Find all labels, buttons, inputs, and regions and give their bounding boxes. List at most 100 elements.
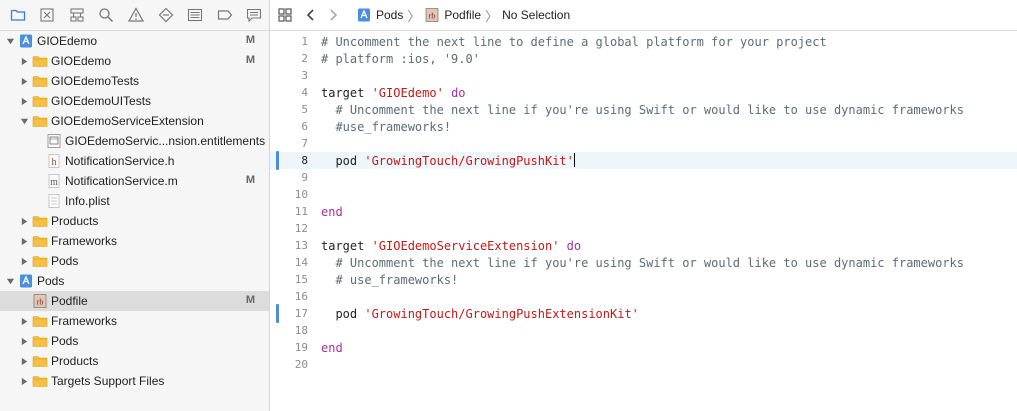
- project-navigator-tab[interactable]: [3, 0, 33, 31]
- tree-row[interactable]: Frameworks: [0, 311, 269, 331]
- code-token: pod: [321, 154, 365, 168]
- tree-row-label: Podfile: [51, 294, 88, 308]
- svg-text:rb: rb: [429, 12, 436, 21]
- tree-row-label: GIOEdemoTests: [51, 74, 140, 88]
- tree-row[interactable]: rb Podfile M: [0, 291, 269, 311]
- line-text: target 'GIOEdemoServiceExtension' do: [321, 239, 581, 253]
- code-line[interactable]: 1 # Uncomment the next line to define a g…: [270, 33, 1017, 50]
- tree-row[interactable]: Info.plist: [0, 191, 269, 211]
- disclosure-closed-icon[interactable]: [19, 316, 29, 326]
- warning-icon: [128, 7, 145, 23]
- code-line[interactable]: 19 end: [270, 339, 1017, 356]
- tree-row[interactable]: Pods: [0, 251, 269, 271]
- disclosure-open-icon[interactable]: [5, 276, 15, 286]
- line-text: pod 'GrowingTouch/GrowingPushKit': [321, 153, 575, 168]
- project-icon: [18, 273, 34, 289]
- disclosure-closed-icon[interactable]: [19, 216, 29, 226]
- breadcrumb-separator: 〉: [407, 8, 421, 24]
- disclosure-closed-icon[interactable]: [19, 76, 29, 86]
- breadcrumb-item[interactable]: No Selection: [502, 8, 570, 22]
- breadcrumb-item[interactable]: rb Podfile: [424, 7, 481, 23]
- breadcrumb-item[interactable]: Pods: [356, 7, 403, 23]
- code-line[interactable]: 5 # Uncomment the next line if you're us…: [270, 101, 1017, 118]
- line-number: 15: [294, 273, 308, 286]
- debug-navigator-tab[interactable]: [180, 0, 210, 31]
- tree-row[interactable]: Pods: [0, 271, 269, 291]
- code-line[interactable]: 11 end: [270, 203, 1017, 220]
- line-number: 20: [294, 358, 308, 371]
- code-line[interactable]: 6 #use_frameworks!: [270, 118, 1017, 135]
- header-file-icon: h: [46, 153, 62, 169]
- grid-icon[interactable]: [270, 0, 300, 31]
- code-line[interactable]: 14 # Uncomment the next line if you're u…: [270, 254, 1017, 271]
- modified-badge: M: [245, 34, 255, 46]
- tree-row[interactable]: Targets Support Files: [0, 371, 269, 391]
- code-token: 'GrowingTouch/GrowingPushKit': [364, 154, 574, 168]
- tree-row[interactable]: h NotificationService.h: [0, 151, 269, 171]
- tree-row-label: Pods: [37, 274, 65, 288]
- code-line[interactable]: 4 target 'GIOEdemo' do: [270, 84, 1017, 101]
- folder-icon: [32, 333, 48, 349]
- line-number: 5: [301, 103, 308, 116]
- line-number: 14: [294, 256, 308, 269]
- tree-row[interactable]: Products: [0, 351, 269, 371]
- breakpoint-navigator-tab[interactable]: [210, 0, 240, 31]
- tree-row[interactable]: m NotificationService.m M: [0, 171, 269, 191]
- symbol-navigator-tab[interactable]: [62, 0, 92, 31]
- tree-row[interactable]: GIOEdemoUITests: [0, 91, 269, 111]
- code-line[interactable]: 9: [270, 169, 1017, 186]
- code-line[interactable]: 3: [270, 67, 1017, 84]
- disclosure-closed-icon[interactable]: [19, 356, 29, 366]
- disclosure-open-icon[interactable]: [5, 36, 15, 46]
- tree-row[interactable]: GIOEdemoTests: [0, 71, 269, 91]
- code-line[interactable]: 12: [270, 220, 1017, 237]
- disclosure-closed-icon[interactable]: [19, 256, 29, 266]
- code-line[interactable]: 15 # use_frameworks!: [270, 271, 1017, 288]
- code-line[interactable]: 2 # platform :ios, '9.0': [270, 50, 1017, 67]
- code-line[interactable]: 20: [270, 356, 1017, 373]
- chevron-left-icon[interactable]: [300, 0, 322, 31]
- find-navigator-tab[interactable]: [92, 0, 122, 31]
- text-cursor: [573, 153, 575, 167]
- chevron-right-icon[interactable]: [322, 0, 344, 31]
- disclosure-closed-icon[interactable]: [19, 56, 29, 66]
- code-token: # platform :ios, '9.0': [321, 51, 480, 66]
- tree-row-label: NotificationService.m: [65, 174, 178, 188]
- source-control-tab[interactable]: [33, 0, 63, 31]
- disclosure-closed-icon[interactable]: [19, 336, 29, 346]
- code-line[interactable]: 16: [270, 288, 1017, 305]
- code-line[interactable]: 13 target 'GIOEdemoServiceExtension' do: [270, 237, 1017, 254]
- tree-row[interactable]: GIOEdemoServic...nsion.entitlements: [0, 131, 269, 151]
- code-line[interactable]: 18: [270, 322, 1017, 339]
- issue-navigator-tab[interactable]: [121, 0, 151, 31]
- disclosure-closed-icon[interactable]: [19, 376, 29, 386]
- tree-row[interactable]: GIOEdemo M: [0, 31, 269, 51]
- code-token: end: [321, 340, 343, 355]
- disclosure-closed-icon[interactable]: [19, 96, 29, 106]
- change-marker[interactable]: [276, 151, 279, 170]
- folder-icon: [32, 213, 48, 229]
- test-navigator-tab[interactable]: [151, 0, 181, 31]
- line-text: # use_frameworks!: [321, 273, 458, 287]
- folder-icon: [32, 253, 48, 269]
- tree-row[interactable]: GIOEdemoServiceExtension: [0, 111, 269, 131]
- tree-row[interactable]: Products: [0, 211, 269, 231]
- tree-row-label: GIOEdemoServic...nsion.entitlements: [65, 134, 266, 148]
- code-line[interactable]: 7: [270, 135, 1017, 152]
- file-tree: GIOEdemo M GIOEdemo M GIOEdemoTests GIOEdemoU…: [0, 31, 269, 391]
- search-icon: [98, 7, 114, 23]
- code-area[interactable]: 1 # Uncomment the next line to define a g…: [270, 33, 1017, 373]
- tree-row-label: Frameworks: [51, 234, 118, 248]
- tree-row[interactable]: Pods: [0, 331, 269, 351]
- line-text: # platform :ios, '9.0': [321, 52, 480, 66]
- code-line[interactable]: 17 pod 'GrowingTouch/GrowingPushExtensio…: [270, 304, 1017, 323]
- tree-row[interactable]: Frameworks: [0, 231, 269, 251]
- code-line[interactable]: 10: [270, 186, 1017, 203]
- disclosure-open-icon[interactable]: [19, 116, 29, 126]
- code-line[interactable]: 8 pod 'GrowingTouch/GrowingPushKit': [270, 151, 1017, 170]
- change-marker[interactable]: [276, 304, 279, 323]
- report-navigator-tab[interactable]: [240, 0, 270, 31]
- disclosure-closed-icon[interactable]: [19, 236, 29, 246]
- tree-row[interactable]: GIOEdemo M: [0, 51, 269, 71]
